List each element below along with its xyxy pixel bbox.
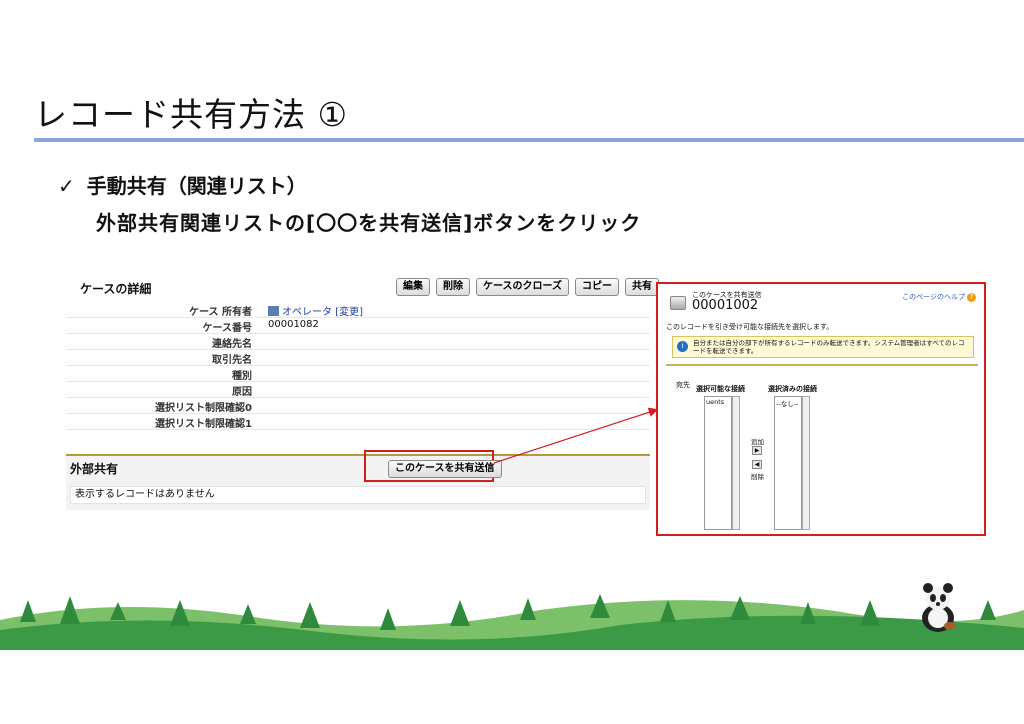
record-number: 00001002 (692, 298, 759, 313)
info-message: i 自分または自分の部下が所有するレコードのみ転送できます。システム管理者はすべ… (672, 336, 974, 358)
remove-label: 削除 (751, 473, 764, 481)
field-row-picklist-0: 選択リスト制限確認0 (66, 398, 650, 414)
dialog-divider (666, 364, 978, 366)
field-label: 選択リスト制限確認0 (155, 403, 252, 414)
share-button[interactable]: 共有 (625, 278, 659, 296)
field-label: ケース番号 (202, 323, 253, 334)
external-sharing-title: 外部共有 (70, 462, 119, 476)
slide-title: レコード共有方法 ① (34, 95, 349, 134)
available-label: 選択可能な接続 (696, 385, 745, 393)
add-label: 追加 (751, 438, 764, 446)
user-icon (268, 306, 279, 316)
case-detail-panel: ケースの詳細 編集 削除 ケースのクローズ コピー 共有 ケース 所有者 オペレ… (66, 272, 659, 510)
copy-button[interactable]: コピー (575, 278, 619, 296)
field-label: 選択リスト制限確認1 (155, 419, 252, 430)
recipient-label: 宛先 (676, 381, 690, 389)
field-row-contact: 連絡先名 (66, 334, 650, 350)
help-link[interactable]: このページのヘルプ? (902, 292, 976, 302)
field-label: 種別 (232, 371, 252, 382)
case-icon (670, 296, 686, 310)
bullet-item: ✓ 手動共有（関連リスト） (58, 170, 307, 199)
field-row-reason: 原因 (66, 382, 650, 398)
list-item[interactable]: uents (706, 398, 730, 406)
info-text: 自分または自分の部下が所有するレコードのみ転送できます。システム管理者はすべての… (693, 339, 965, 355)
field-row-case-number: ケース番号 00001082 (66, 318, 650, 334)
selected-label: 選択済みの接続 (768, 385, 817, 393)
list-item[interactable]: --なし-- (776, 398, 800, 408)
field-label: 取引先名 (212, 355, 252, 366)
field-row-owner: ケース 所有者 オペレータ [変更] (66, 302, 650, 318)
share-send-button[interactable]: このケースを共有送信 (388, 460, 502, 478)
field-label: ケース 所有者 (189, 307, 252, 318)
edit-button[interactable]: 編集 (396, 278, 430, 296)
owner-link[interactable]: オペレータ (282, 307, 332, 318)
field-value: 00001082 (268, 319, 319, 330)
selected-list[interactable]: --なし-- (774, 396, 802, 530)
bullet-subtext: 外部共有関連リストの[〇〇を共有送信]ボタンをクリック (96, 211, 642, 235)
change-owner-link[interactable]: [変更] (335, 307, 363, 318)
help-link-text[interactable]: このページのヘルプ (902, 293, 965, 301)
selected-scrollbar[interactable] (802, 396, 810, 530)
close-case-button[interactable]: ケースのクローズ (476, 278, 569, 296)
available-list[interactable]: uents (704, 396, 732, 530)
available-scrollbar[interactable] (732, 396, 740, 530)
bullet-text: 手動共有（関連リスト） (86, 174, 307, 198)
case-detail-header: ケースの詳細 (80, 282, 152, 296)
dialog-instruction: このレコードを引き受け可能な接続先を選択します。 (666, 323, 834, 331)
help-icon[interactable]: ? (967, 293, 976, 302)
share-send-dialog: このケースを共有送信 00001002 このページのヘルプ? このレコードを引き… (656, 282, 986, 536)
title-rule (34, 138, 1024, 142)
delete-button[interactable]: 削除 (436, 278, 470, 296)
case-button-row: 編集 削除 ケースのクローズ コピー 共有 (396, 278, 659, 296)
info-icon: i (677, 341, 688, 352)
field-value: オペレータ [変更] (268, 303, 363, 318)
forest-decoration (0, 594, 1024, 650)
field-label: 原因 (232, 387, 252, 398)
empty-message: 表示するレコードはありません (70, 486, 646, 504)
field-row-picklist-1: 選択リスト制限確認1 (66, 414, 650, 430)
panda-mascot (922, 583, 956, 632)
field-row-account: 取引先名 (66, 350, 650, 366)
field-row-type: 種別 (66, 366, 650, 382)
check-icon: ✓ (58, 174, 75, 198)
field-label: 連絡先名 (212, 339, 252, 350)
external-sharing-section: 外部共有 このケースを共有送信 表示するレコードはありません (66, 450, 650, 510)
add-arrow-button[interactable]: ▶ (752, 446, 762, 455)
remove-arrow-button[interactable]: ◀ (752, 460, 762, 469)
